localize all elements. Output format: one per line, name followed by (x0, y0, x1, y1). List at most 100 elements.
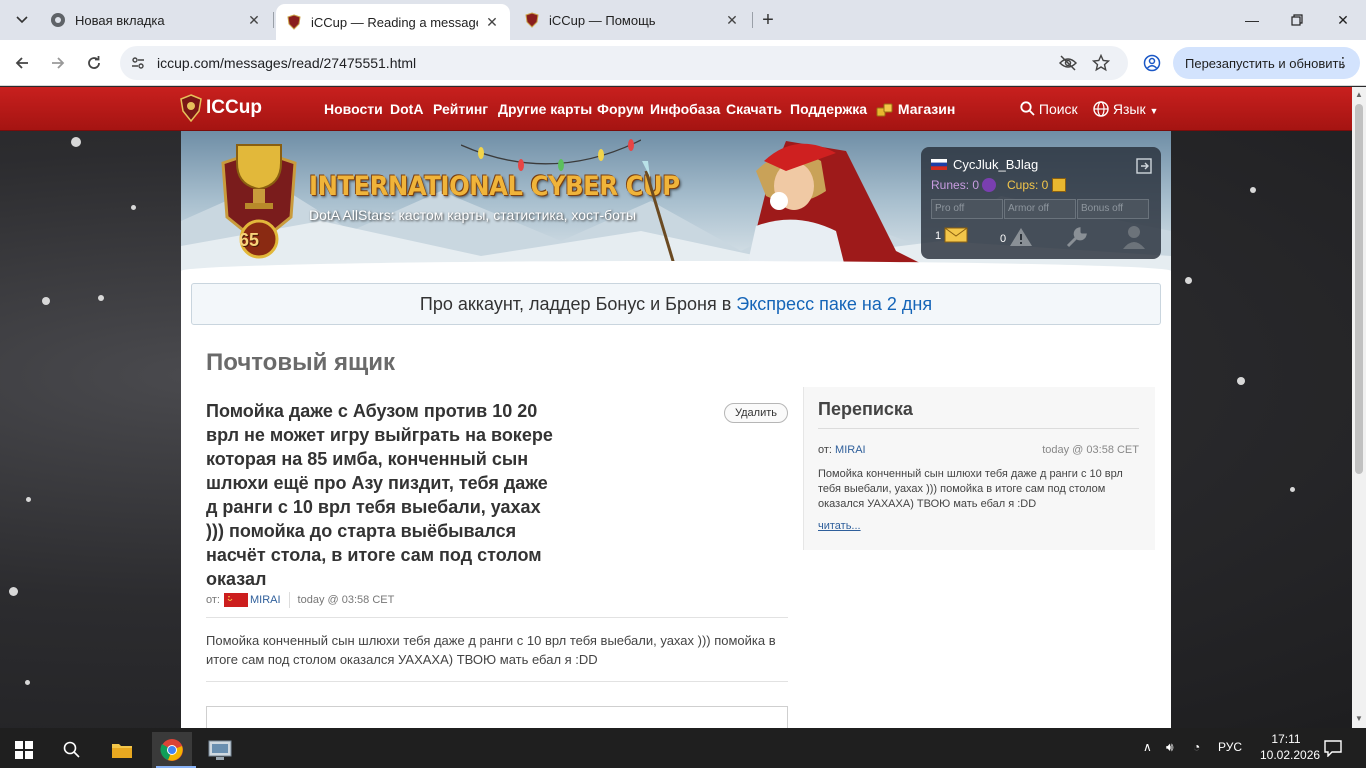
warning-icon (1010, 228, 1033, 246)
tab-search-button[interactable] (8, 8, 36, 32)
read-more-link[interactable]: читать... (818, 520, 861, 532)
nav-support[interactable]: Поддержка (790, 101, 867, 117)
correspondence-from: от: MIRAI (818, 444, 866, 456)
site-info-icon[interactable] (130, 55, 146, 71)
profile-button[interactable] (1138, 49, 1166, 77)
start-button[interactable] (4, 732, 44, 768)
bonus-slot[interactable]: Bonus off (1077, 199, 1149, 219)
tab-title: iCCup — Помощь (549, 12, 656, 28)
monitor-app-icon (208, 740, 232, 760)
tab-separator (752, 12, 753, 28)
banner-subtitle: DotA AllStars: кастом карты, статистика,… (309, 207, 637, 223)
correspondence-divider (818, 428, 1139, 429)
restore-button[interactable] (1283, 8, 1311, 32)
new-tab-button[interactable]: + (756, 8, 780, 32)
snowflake (25, 680, 30, 685)
network-icon[interactable]: ◔ (1193, 740, 1200, 754)
gold-coins-icon (876, 103, 893, 117)
snowflake (1185, 277, 1192, 284)
mail-indicator[interactable]: 1 (935, 227, 968, 243)
notification-icon[interactable] (1324, 739, 1342, 757)
snowflake (98, 295, 104, 301)
tray-overflow-icon[interactable]: ∧ (1143, 740, 1152, 754)
folder-icon (112, 744, 132, 758)
promo-link[interactable]: Экспресс паке на 2 дня (736, 294, 932, 315)
delete-button[interactable]: Удалить (724, 403, 788, 423)
nav-news[interactable]: Новости (324, 101, 383, 117)
clock[interactable]: 17:11 10.02.2026 (1260, 731, 1320, 763)
tab-reading-message[interactable]: iCCup — Reading a message fr ✕ (276, 4, 510, 40)
close-window-button[interactable]: ✕ (1329, 8, 1357, 32)
reload-button[interactable] (80, 49, 108, 77)
logout-icon[interactable] (1135, 157, 1153, 175)
nav-rating[interactable]: Рейтинг (433, 101, 488, 117)
snowflake (1250, 187, 1256, 193)
user-silhouette-icon[interactable] (1121, 223, 1147, 249)
snowflake (1237, 377, 1245, 385)
iccup-shield-icon (180, 94, 202, 122)
meta-separator (288, 592, 290, 608)
reply-textarea[interactable] (206, 706, 788, 728)
tab-new-tab[interactable]: Новая вкладка ✕ (40, 4, 272, 36)
runes-label: Runes: 0 (931, 178, 980, 192)
gold-coins-icon (1051, 178, 1066, 192)
input-language[interactable]: РУС (1218, 740, 1242, 754)
nav-forum[interactable]: Форум (597, 101, 644, 117)
snowflake (1290, 487, 1295, 492)
russia-flag-icon (931, 159, 947, 170)
envelope-icon (944, 227, 968, 243)
address-bar: iccup.com/messages/read/27475551.html Пе… (0, 40, 1366, 86)
more-vert-icon[interactable]: ⋮ (1336, 54, 1350, 71)
close-icon[interactable]: ✕ (484, 14, 500, 30)
url-text[interactable]: iccup.com/messages/read/27475551.html (157, 55, 416, 71)
nav-infobase[interactable]: Инфобаза (650, 101, 720, 117)
username[interactable]: CycJluk_BJlag (953, 157, 1038, 172)
omnibox[interactable]: iccup.com/messages/read/27475551.html (120, 46, 1128, 80)
warnings-indicator[interactable]: 0 (1000, 227, 1033, 247)
from-label: от: (818, 444, 832, 456)
arrow-left-icon (15, 57, 28, 69)
pro-slot[interactable]: Pro off (931, 199, 1003, 219)
restore-icon (1291, 14, 1303, 26)
search-icon (63, 741, 80, 758)
armor-slot[interactable]: Armor off (1004, 199, 1076, 219)
snowflake (71, 137, 81, 147)
app-taskbar-button[interactable] (200, 732, 240, 768)
back-button[interactable] (8, 49, 36, 77)
scroll-thumb[interactable] (1355, 104, 1363, 474)
scroll-up-icon[interactable]: ▲ (1355, 91, 1363, 99)
relaunch-update-button[interactable]: Перезапустить и обновить ⋮ (1173, 47, 1360, 79)
nav-shop[interactable]: Магазин (876, 101, 955, 117)
forward-button[interactable] (44, 49, 72, 77)
runes-count: Runes: 0 (931, 178, 997, 192)
file-explorer-button[interactable] (102, 732, 142, 768)
tab-help[interactable]: iCCup — Помощь ✕ (514, 4, 750, 36)
minimize-button[interactable]: — (1238, 8, 1266, 32)
sender-link[interactable]: MIRAI (250, 594, 281, 606)
wrench-icon[interactable] (1065, 225, 1089, 249)
chrome-icon (160, 739, 183, 761)
site-logo[interactable]: ICCup (180, 94, 262, 122)
logo-text: ICCup (206, 97, 262, 118)
site-nav: ICCup Новости DotA Рейтинг Другие карты … (0, 87, 1352, 131)
eye-off-icon[interactable] (1059, 54, 1077, 72)
chrome-taskbar-button[interactable] (152, 732, 196, 768)
correspondence-sender-link[interactable]: MIRAI (835, 444, 866, 456)
nav-search[interactable]: Поиск (1020, 101, 1078, 117)
nav-other-maps[interactable]: Другие карты (498, 101, 592, 117)
message-divider (206, 681, 788, 682)
tab-title: iCCup — Reading a message fr (311, 14, 478, 30)
volume-icon[interactable]: 🔊︎ (1166, 740, 1174, 755)
mail-count: 1 (935, 230, 942, 242)
rune-icon (982, 178, 997, 192)
scroll-down-icon[interactable]: ▼ (1355, 715, 1363, 723)
star-icon[interactable] (1092, 54, 1110, 72)
nav-download[interactable]: Скачать (726, 101, 782, 117)
close-icon[interactable]: ✕ (724, 12, 740, 28)
page-scrollbar[interactable]: ▲ ▼ (1352, 87, 1366, 728)
nav-language[interactable]: Язык ▼ (1093, 101, 1158, 117)
profile-icon (1143, 54, 1161, 72)
close-icon[interactable]: ✕ (246, 12, 262, 28)
nav-dota[interactable]: DotA (390, 101, 423, 117)
taskbar-search-button[interactable] (52, 732, 92, 768)
